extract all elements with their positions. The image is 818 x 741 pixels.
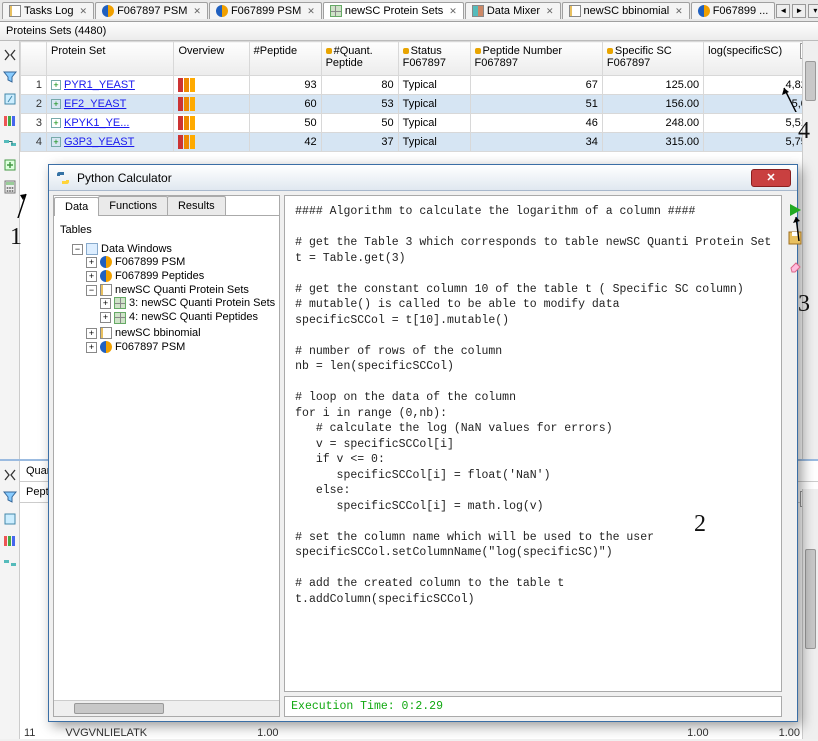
python-icon <box>55 170 71 186</box>
tabs-menu-button[interactable]: ▾ <box>808 4 818 18</box>
export-icon[interactable] <box>2 91 18 107</box>
col-peptide[interactable]: #Peptide <box>249 42 321 76</box>
scroll-tabs-right-button[interactable]: ► <box>792 4 806 18</box>
grid-icon <box>330 5 342 17</box>
code-editor[interactable]: #### Algorithm to calculate the logarith… <box>284 195 782 692</box>
export-icon[interactable] <box>2 511 18 527</box>
tree-node[interactable]: +4: newSC Quanti Peptides <box>100 310 275 324</box>
search-icon[interactable] <box>2 47 18 63</box>
close-icon[interactable]: ✕ <box>307 6 315 17</box>
horizontal-scrollbar[interactable] <box>54 700 279 716</box>
close-icon[interactable]: ✕ <box>80 6 88 17</box>
tab-f067899-psm[interactable]: F067899 PSM✕ <box>209 2 322 19</box>
python-calculator-dialog: Python Calculator ✕ Data Functions Resul… <box>48 164 798 722</box>
panel-title: Proteins Sets (4480) <box>0 22 818 41</box>
col-overview[interactable]: Overview <box>174 42 249 76</box>
pie-icon <box>216 5 228 17</box>
col-quant-peptide[interactable]: #Quant. Peptide <box>321 42 398 76</box>
left-toolbar <box>0 41 20 459</box>
filter-icon[interactable] <box>2 489 18 505</box>
grid-icon <box>114 297 126 309</box>
col-specific-sc[interactable]: Specific SC F067897 <box>602 42 703 76</box>
tree-node[interactable]: +F067899 PSM <box>86 255 275 269</box>
tab-data[interactable]: Data <box>54 197 99 216</box>
col-peptide-number[interactable]: Peptide Number F067897 <box>470 42 602 76</box>
tab-tasks-log[interactable]: Tasks Log✕ <box>2 2 94 19</box>
tree-label: Tables <box>60 224 275 236</box>
run-button[interactable] <box>786 201 804 219</box>
tree-node[interactable]: +newSC bbinomial <box>86 326 275 340</box>
tab-newsc-protein-sets[interactable]: newSC Protein Sets✕ <box>323 2 464 19</box>
tab-bar: Tasks Log✕ F067897 PSM✕ F067899 PSM✕ new… <box>0 0 818 22</box>
pie-icon <box>100 341 112 353</box>
sheet-icon <box>100 327 112 339</box>
erase-button[interactable] <box>786 257 804 275</box>
dialog-title: Python Calculator <box>77 171 745 185</box>
columns-icon[interactable] <box>2 113 18 129</box>
close-icon[interactable]: ✕ <box>449 6 457 17</box>
vertical-scrollbar[interactable] <box>802 41 818 459</box>
log-icon <box>9 5 21 17</box>
tables-tree[interactable]: Tables −Data Windows+F067899 PSM+F067899… <box>54 216 279 700</box>
tab-newsc-bbinomial[interactable]: newSC bbinomial✕ <box>562 2 690 19</box>
search-icon[interactable] <box>2 467 18 483</box>
pie-icon <box>100 256 112 268</box>
link-icon[interactable] <box>2 135 18 151</box>
table-row[interactable]: 3 +KPYK1_YE... 5050Typical 46248.005,513 <box>21 114 818 133</box>
bottom-row: 11 VVGVNLIELATK 1.00 1.00 1.00 <box>24 727 800 739</box>
tree-node[interactable]: +3: newSC Quanti Protein Sets <box>100 296 275 310</box>
grid-icon <box>114 312 126 324</box>
close-icon[interactable]: ✕ <box>546 6 554 17</box>
add-icon[interactable] <box>2 157 18 173</box>
tree-node[interactable]: +F067897 PSM <box>86 340 275 354</box>
execution-time: Execution Time: 0:2.29 <box>284 696 782 717</box>
tab-f067897-psm[interactable]: F067897 PSM✕ <box>95 2 208 19</box>
link-icon[interactable] <box>2 555 18 571</box>
tree-node[interactable]: −newSC Quanti Protein Sets+3: newSC Quan… <box>86 283 275 325</box>
vertical-scrollbar[interactable] <box>802 489 818 739</box>
tab-data-mixer[interactable]: Data Mixer✕ <box>465 2 561 19</box>
pie-icon <box>100 270 112 282</box>
close-icon[interactable]: ✕ <box>675 6 683 17</box>
save-button[interactable] <box>786 229 804 247</box>
table-header-row: Protein Set Overview #Peptide #Quant. Pe… <box>21 42 818 76</box>
columns-icon[interactable] <box>2 533 18 549</box>
mixer-icon <box>472 5 484 17</box>
scroll-tabs-left-button[interactable]: ◄ <box>776 4 790 18</box>
table-row[interactable]: 1 +PYR1_YEAST 9380Typical 67125.004,828 <box>21 76 818 95</box>
close-icon[interactable]: ✕ <box>193 6 201 17</box>
pie-icon <box>102 5 114 17</box>
col-protein-set[interactable]: Protein Set <box>47 42 174 76</box>
sheet-icon <box>569 5 581 17</box>
col-status[interactable]: Status F067897 <box>398 42 470 76</box>
dialog-close-button[interactable]: ✕ <box>751 169 791 187</box>
table-row[interactable]: 4 +G3P3_YEAST 4237Typical 34315.005,753 <box>21 133 818 152</box>
tab-f067899-more[interactable]: F067899 ... <box>691 2 776 19</box>
pie-icon <box>698 5 710 17</box>
calculator-icon[interactable] <box>2 179 18 195</box>
table-row[interactable]: 2 +EF2_YEAST 6053Typical 51156.005,05 <box>21 95 818 114</box>
filter-icon[interactable] <box>2 69 18 85</box>
sheet-icon <box>100 284 112 296</box>
tab-results[interactable]: Results <box>167 196 226 215</box>
tab-functions[interactable]: Functions <box>98 196 168 215</box>
tree-node[interactable]: +F067899 Peptides <box>86 269 275 283</box>
